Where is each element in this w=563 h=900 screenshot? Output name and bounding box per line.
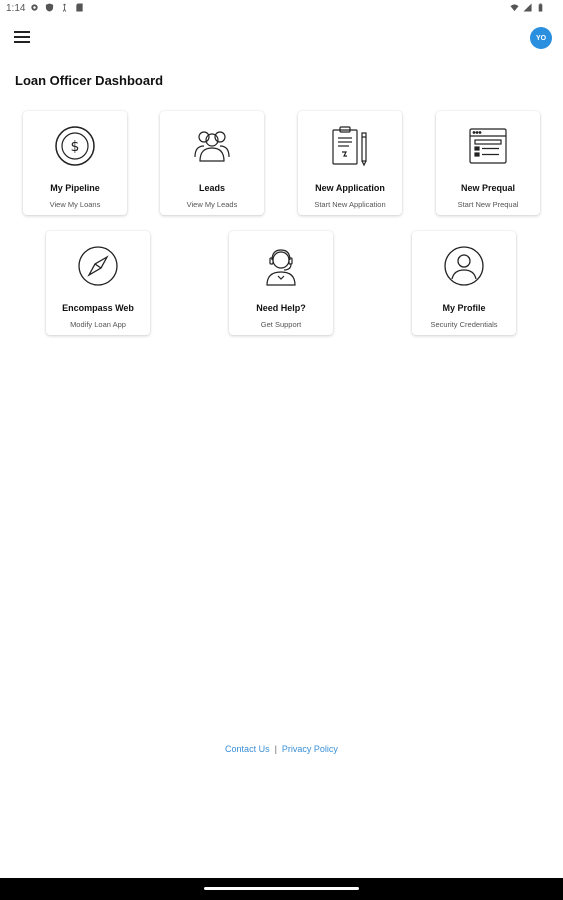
app-bar: YO [0, 18, 563, 58]
status-bar: 1:14 [0, 0, 563, 18]
tile-title: Encompass Web [62, 303, 134, 313]
sd-card-icon [76, 3, 83, 12]
tile-subtitle: Start New Application [314, 200, 386, 209]
support-agent-icon [266, 249, 296, 286]
tile-title: My Profile [442, 303, 486, 313]
form-window-icon [469, 128, 507, 164]
tile-my-profile[interactable]: My Profile Security Credentials [412, 231, 516, 335]
settings-gear-icon [31, 4, 38, 11]
home-indicator[interactable] [204, 887, 359, 890]
system-nav-bar [0, 878, 563, 900]
wifi-icon [510, 4, 519, 12]
tile-need-help[interactable]: Need Help? Get Support [229, 231, 333, 335]
tile-title: My Pipeline [50, 183, 100, 193]
dollar-circle-icon: $ [55, 126, 95, 166]
tile-subtitle: Get Support [260, 320, 302, 329]
clipboard-pencil-icon [332, 126, 367, 167]
signal-icon [523, 3, 532, 12]
footer-separator: | [274, 744, 277, 754]
tile-subtitle: Start New Prequal [457, 200, 519, 209]
page-title: Loan Officer Dashboard [15, 73, 164, 88]
tile-subtitle: View My Loans [49, 200, 101, 209]
tile-title: New Prequal [460, 183, 516, 193]
avatar[interactable]: YO [530, 27, 552, 49]
tile-subtitle: Security Credentials [430, 320, 498, 329]
tile-title: Need Help? [256, 303, 306, 313]
privacy-policy-link[interactable]: Privacy Policy [282, 744, 338, 754]
svg-text:$: $ [71, 139, 80, 155]
tile-title: Leads [198, 183, 225, 193]
tile-new-application[interactable]: New Application Start New Application [298, 111, 402, 215]
tile-my-pipeline[interactable]: $ My Pipeline View My Loans [23, 111, 127, 215]
people-group-icon [194, 131, 230, 162]
tile-subtitle: View My Leads [186, 200, 238, 209]
battery-icon [538, 3, 543, 12]
contact-us-link[interactable]: Contact Us [225, 744, 270, 754]
status-time: 1:14 [6, 3, 26, 14]
tile-leads[interactable]: Leads View My Leads [160, 111, 264, 215]
shield-icon [45, 3, 54, 12]
hamburger-menu-icon[interactable] [12, 28, 32, 48]
accessibility-icon [62, 3, 67, 12]
tile-subtitle: Modify Loan App [70, 320, 126, 329]
compass-icon [78, 246, 118, 286]
tile-title: New Application [315, 183, 385, 193]
tile-new-prequal[interactable]: New Prequal Start New Prequal [436, 111, 540, 215]
tile-encompass-web[interactable]: Encompass Web Modify Loan App [46, 231, 150, 335]
footer-links: Contact Us | Privacy Policy [0, 744, 563, 754]
profile-circle-icon [444, 246, 484, 286]
